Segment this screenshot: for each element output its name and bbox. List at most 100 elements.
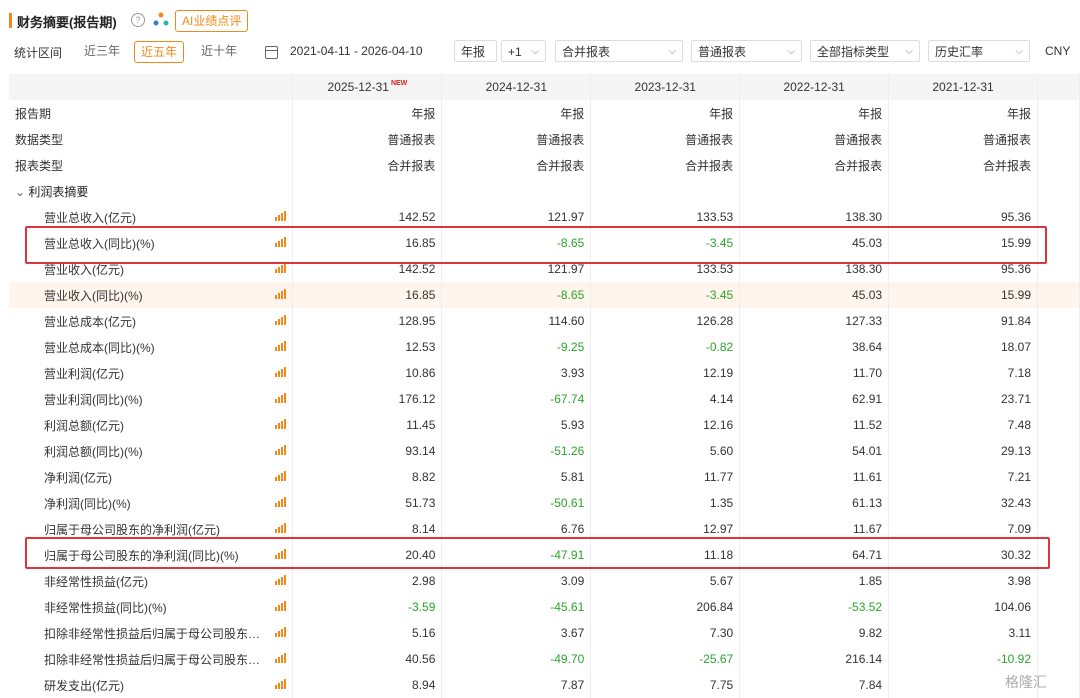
cell-extra [1037, 542, 1080, 568]
cell-value: -51.26 [441, 438, 592, 464]
row-label-text: 非经常性损益(亿元) [44, 574, 148, 589]
row-label-text: 利润总额(亿元) [44, 418, 124, 433]
cell-value: 合并报表 [888, 152, 1038, 178]
calendar-icon[interactable] [265, 46, 278, 59]
filter-bar: 统计区间 近三年 近五年 近十年 2021-04-11 - 2026-04-10… [0, 40, 1080, 66]
title-accent-bar [9, 13, 12, 28]
report-kind-select[interactable]: 普通报表 ⌵ [691, 40, 802, 62]
cell-extra [1037, 490, 1080, 516]
bar-chart-icon[interactable] [275, 210, 287, 221]
cell-value: 7.18 [888, 360, 1038, 386]
column-header[interactable]: 2023-12-31 [590, 74, 741, 100]
row-label-text: 营业利润(亿元) [44, 366, 124, 381]
chevron-down-icon: ⌵ [531, 46, 539, 57]
bar-chart-icon[interactable] [275, 574, 287, 585]
row-label-text: 归属于母公司股东的净利润(同比)(%) [44, 548, 239, 563]
table-row: 利润总额(同比)(%) 93.14 -51.26 5.60 54.01 29.13 [9, 438, 1080, 464]
bar-chart-icon[interactable] [275, 418, 287, 429]
cell-value: 7.84 [739, 672, 890, 698]
bar-chart-icon[interactable] [275, 444, 287, 455]
cell-extra [1037, 100, 1080, 126]
table-row: 非经常性损益(亿元) 2.98 3.09 5.67 1.85 3.98 [9, 568, 1080, 594]
row-label: 利润总额(亿元) [9, 412, 294, 438]
column-header[interactable]: 2021-12-31 [888, 74, 1038, 100]
cell-extra [1037, 126, 1080, 152]
page-title: 财务摘要(报告期) [17, 15, 117, 30]
date-range[interactable]: 2021-04-11 - 2026-04-10 [290, 44, 423, 58]
cell-value: 138.30 [739, 256, 890, 282]
row-label-text: 营业总成本(亿元) [44, 314, 136, 329]
column-header[interactable]: 2024-12-31 [441, 74, 592, 100]
cell-extra [1037, 438, 1080, 464]
cell-value: 合并报表 [739, 152, 890, 178]
cell-value: 5.93 [441, 412, 592, 438]
section-header-row[interactable]: ⌄ 利润表摘要 [9, 178, 1080, 204]
help-icon[interactable]: ? [131, 13, 145, 27]
cell-value: -8.65 [441, 230, 592, 256]
cell-value: 年报 [739, 100, 890, 126]
bar-chart-icon[interactable] [275, 678, 287, 689]
currency-label[interactable]: CNY [1045, 44, 1070, 58]
report-type-select[interactable]: 年报 [454, 40, 497, 62]
bar-chart-icon[interactable] [275, 652, 287, 663]
cell-value: 5.81 [441, 464, 592, 490]
period-label: 统计区间 [14, 46, 63, 60]
chevron-down-icon: ⌄ [15, 184, 29, 199]
row-label: 报表类型 [9, 152, 294, 178]
cell-value: 15.99 [888, 282, 1038, 308]
cell-value: 216.14 [739, 646, 890, 672]
cell-value: 普通报表 [441, 126, 592, 152]
column-header[interactable]: 2025-12-31 NEW [292, 74, 443, 100]
cell-value: -3.45 [590, 230, 741, 256]
cell-value: 91.84 [888, 308, 1038, 334]
bar-chart-icon[interactable] [275, 600, 287, 611]
cell-empty [1037, 178, 1080, 204]
bar-chart-icon[interactable] [275, 470, 287, 481]
chevron-down-icon: ⌵ [787, 46, 795, 57]
row-label-text: 营业总成本(同比)(%) [44, 340, 155, 355]
bar-chart-icon[interactable] [275, 314, 287, 325]
fx-select[interactable]: 历史汇率 ⌵ [928, 40, 1030, 62]
bar-chart-icon[interactable] [275, 288, 287, 299]
cell-value: 126.28 [590, 308, 741, 334]
bar-chart-icon[interactable] [275, 340, 287, 351]
column-header[interactable]: 2022-12-31 [739, 74, 890, 100]
plus-one-select[interactable]: +1 ⌵ [501, 40, 546, 62]
indicator-type-select[interactable]: 全部指标类型 ⌵ [810, 40, 920, 62]
row-label-text: 扣除非经常性损益后归属于母公司股东… [44, 626, 261, 641]
cell-empty [292, 178, 443, 204]
bar-chart-icon[interactable] [275, 548, 287, 559]
bar-chart-icon[interactable] [275, 236, 287, 247]
cell-value: 93.14 [292, 438, 443, 464]
consolidation-select[interactable]: 合并报表 ⌵ [555, 40, 683, 62]
cell-value: 2.98 [292, 568, 443, 594]
header-label-cell [9, 74, 294, 100]
cell-value: 29.13 [888, 438, 1038, 464]
row-label-text: 净利润(同比)(%) [44, 496, 131, 511]
row-label: 利润总额(同比)(%) [9, 438, 294, 464]
cell-value: -50.61 [441, 490, 592, 516]
bar-chart-icon[interactable] [275, 626, 287, 637]
bar-chart-icon[interactable] [275, 366, 287, 377]
range-3y-button[interactable]: 近三年 [78, 40, 126, 62]
cell-value: 16.85 [292, 282, 443, 308]
ai-review-button[interactable]: AI业绩点评 [175, 10, 249, 32]
row-label: 营业总成本(同比)(%) [9, 334, 294, 360]
watermark-logo: 格隆汇 [1005, 674, 1047, 690]
cell-value: 3.09 [441, 568, 592, 594]
bar-chart-icon[interactable] [275, 262, 287, 273]
range-5y-button[interactable]: 近五年 [134, 41, 185, 63]
cell-value: 142.52 [292, 256, 443, 282]
chevron-down-icon: ⌵ [1015, 46, 1023, 57]
bar-chart-icon[interactable] [275, 522, 287, 533]
cell-value: 1.35 [590, 490, 741, 516]
bar-chart-icon[interactable] [275, 392, 287, 403]
cell-value: 3.67 [441, 620, 592, 646]
table-row: 营业总收入(同比)(%) 16.85 -8.65 -3.45 45.03 15.99 [9, 230, 1080, 256]
cell-empty [888, 178, 1038, 204]
section-title[interactable]: ⌄ 利润表摘要 [9, 178, 294, 204]
bar-chart-icon[interactable] [275, 496, 287, 507]
cell-value: 7.21 [888, 464, 1038, 490]
range-10y-button[interactable]: 近十年 [195, 40, 243, 62]
cell-value: 16.85 [292, 230, 443, 256]
